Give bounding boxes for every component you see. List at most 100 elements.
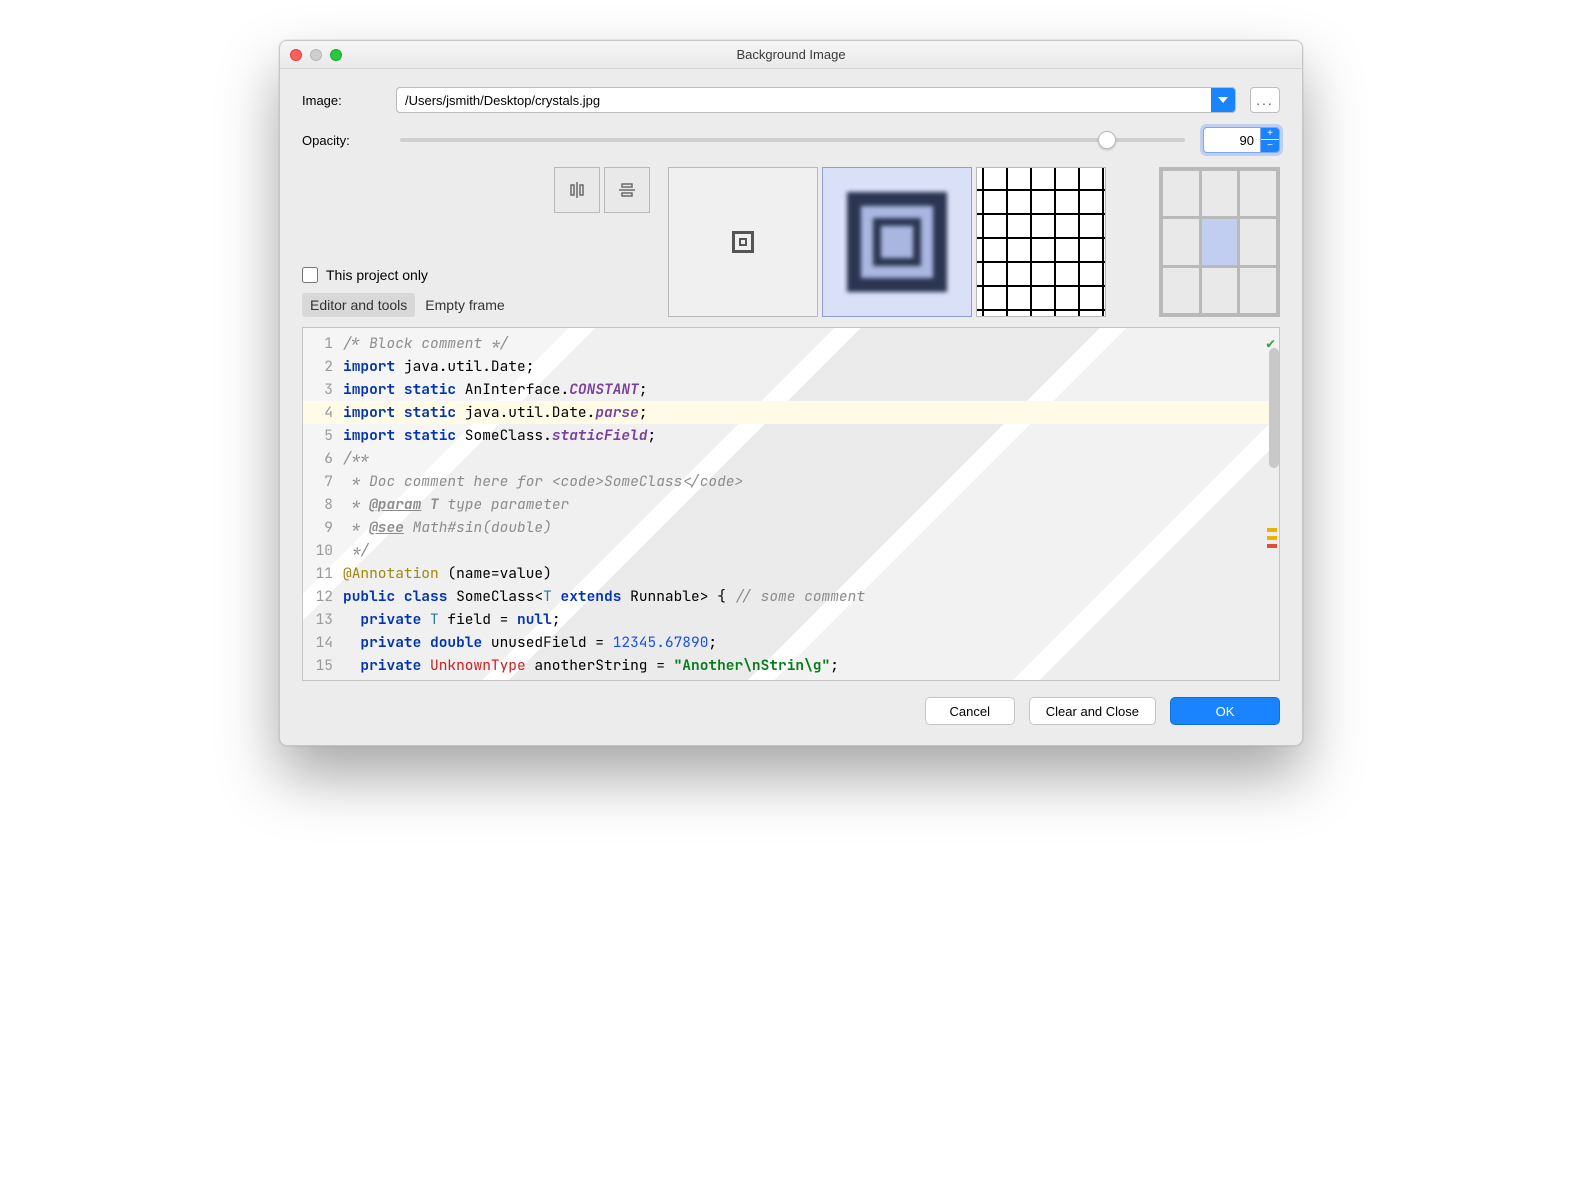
line-number: 6 xyxy=(303,447,333,470)
code-token: T xyxy=(430,610,439,629)
flip-horizontal-button[interactable] xyxy=(554,167,600,213)
code-token: @param xyxy=(369,495,421,514)
code-token: ; xyxy=(639,380,648,399)
code-token: java.util.Date. xyxy=(456,403,595,422)
code-token: parse xyxy=(595,403,639,422)
line-number: 1 xyxy=(303,332,333,355)
gutter: 1 2 3 4 5 6 7 8 9 10 11 12 13 14 15 xyxy=(303,328,339,680)
window-title: Background Image xyxy=(280,47,1302,62)
titlebar: Background Image xyxy=(280,41,1302,69)
line-number: 11 xyxy=(303,562,333,585)
line-number: 14 xyxy=(303,631,333,654)
code-token: SomeClass< xyxy=(447,587,543,606)
code-token: (name=value) xyxy=(439,564,552,583)
line-number: 8 xyxy=(303,493,333,516)
code-token: // some comment xyxy=(735,587,866,606)
scale-icon xyxy=(823,168,971,316)
ok-button[interactable]: OK xyxy=(1170,697,1280,725)
code-token: * xyxy=(343,495,369,514)
code-token: /** xyxy=(343,449,369,468)
editor-preview: 1 2 3 4 5 6 7 8 9 10 11 12 13 14 15 /* B… xyxy=(302,327,1280,681)
code-token: class xyxy=(395,587,447,606)
code-token: private xyxy=(343,633,430,652)
code-token: null xyxy=(517,610,552,629)
code-token: private xyxy=(343,610,430,629)
flip-buttons xyxy=(554,167,650,213)
line-number: 3 xyxy=(303,378,333,401)
code-token: ; xyxy=(708,633,717,652)
dialog-content: Image: ... Opacity: + − xyxy=(280,69,1302,681)
code-area[interactable]: /* Block comment */ import java.util.Dat… xyxy=(343,332,1259,677)
anchor-tr[interactable] xyxy=(1240,171,1276,216)
tab-editor-and-tools[interactable]: Editor and tools xyxy=(302,293,415,317)
code-token: Math#sin xyxy=(404,518,482,537)
code-token: anotherString = xyxy=(526,656,674,675)
image-row: Image: ... xyxy=(302,87,1280,113)
dialog-window: Background Image Image: ... Opacity: xyxy=(279,40,1303,746)
browse-button[interactable]: ... xyxy=(1250,87,1280,113)
code-token: Runnable> { xyxy=(621,587,734,606)
code-token: double xyxy=(430,633,482,652)
line-number: 13 xyxy=(303,608,333,631)
opacity-slider-wrap xyxy=(396,138,1189,142)
image-path-dropdown[interactable] xyxy=(1211,88,1235,112)
opacity-row: Opacity: + − xyxy=(302,127,1280,153)
flip-vertical-icon xyxy=(616,179,638,201)
code-token: */ xyxy=(343,541,369,560)
warning-marker[interactable] xyxy=(1267,536,1277,540)
flip-vertical-button[interactable] xyxy=(604,167,650,213)
anchor-bc[interactable] xyxy=(1202,268,1238,313)
anchor-grid xyxy=(1159,167,1280,317)
line-number: 9 xyxy=(303,516,333,539)
code-token: (double) xyxy=(482,518,552,537)
opacity-decrement[interactable]: − xyxy=(1261,140,1279,152)
anchor-tl[interactable] xyxy=(1163,171,1199,216)
anchor-br[interactable] xyxy=(1240,268,1276,313)
code-token: @see xyxy=(369,518,404,537)
opacity-slider[interactable] xyxy=(400,138,1185,142)
project-only-label: This project only xyxy=(326,267,428,283)
project-only-checkbox[interactable] xyxy=(302,267,318,283)
code-token: SomeClass. xyxy=(456,426,552,445)
code-token: T xyxy=(421,495,438,514)
placement-options xyxy=(668,167,1106,317)
line-number: 7 xyxy=(303,470,333,493)
image-path-combo[interactable] xyxy=(396,87,1236,113)
code-token: import xyxy=(343,403,395,422)
code-token: public xyxy=(343,587,395,606)
anchor-tc[interactable] xyxy=(1202,171,1238,216)
clear-and-close-button[interactable]: Clear and Close xyxy=(1029,697,1156,725)
warning-marker[interactable] xyxy=(1267,528,1277,532)
opacity-increment[interactable]: + xyxy=(1261,128,1279,140)
opacity-slider-thumb[interactable] xyxy=(1098,131,1116,149)
error-marker[interactable] xyxy=(1267,544,1277,548)
anchor-mr[interactable] xyxy=(1240,219,1276,264)
opacity-input[interactable] xyxy=(1204,133,1260,148)
dialog-footer: Cancel Clear and Close OK xyxy=(280,681,1302,745)
placement-tile[interactable] xyxy=(976,167,1106,317)
tab-empty-frame[interactable]: Empty frame xyxy=(417,293,512,317)
target-tabs: Editor and tools Empty frame xyxy=(302,293,532,317)
line-number: 2 xyxy=(303,355,333,378)
code-token: static xyxy=(395,380,456,399)
line-number: 10 xyxy=(303,539,333,562)
code-token: * Doc comment here for xyxy=(343,472,552,491)
code-token: * xyxy=(343,518,369,537)
code-token: UnknownType xyxy=(430,656,526,675)
code-token: extends xyxy=(552,587,622,606)
left-column: This project only Editor and tools Empty… xyxy=(302,227,532,317)
image-path-input[interactable] xyxy=(397,88,1211,112)
placement-scale[interactable] xyxy=(822,167,972,317)
code-token: 12345.67890 xyxy=(613,633,709,652)
code-token: /* Block comment */ xyxy=(343,334,508,353)
code-token: import xyxy=(343,426,395,445)
cancel-button[interactable]: Cancel xyxy=(925,697,1015,725)
placement-plain[interactable] xyxy=(668,167,818,317)
code-token: import xyxy=(343,380,395,399)
anchor-bl[interactable] xyxy=(1163,268,1199,313)
anchor-ml[interactable] xyxy=(1163,219,1199,264)
anchor-mc[interactable] xyxy=(1202,219,1238,264)
opacity-spinner[interactable]: + − xyxy=(1203,127,1280,153)
code-token: unusedField = xyxy=(482,633,613,652)
opacity-label: Opacity: xyxy=(302,133,382,148)
